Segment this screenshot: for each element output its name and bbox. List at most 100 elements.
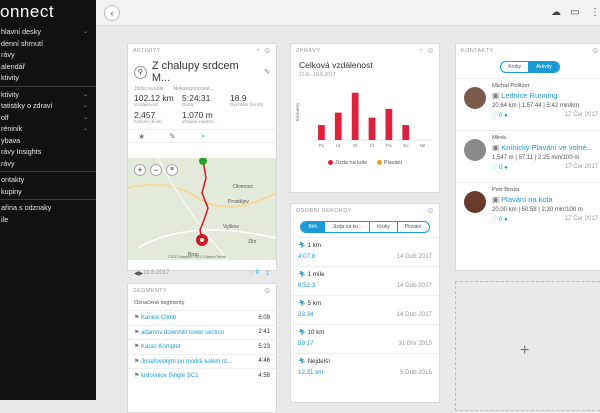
comment-icon[interactable]: ●: [504, 217, 508, 223]
sidebar-item-label: ařina s odznaky: [1, 203, 52, 213]
segment-name[interactable]: adamov downhill/ lower section: [141, 330, 224, 336]
sidebar-item[interactable]: ktivity ⌄: [0, 89, 96, 101]
avatar[interactable]: [464, 87, 486, 109]
contact-item[interactable]: Michal Politzer ▣ Lednice Running 20.64 …: [456, 78, 600, 130]
chart-bar[interactable]: [402, 125, 410, 140]
record-value[interactable]: 6:52.3: [298, 282, 315, 289]
sidebar-item[interactable]: rávy: [0, 158, 96, 170]
stat-label: Rychlost (km/h): [230, 103, 264, 108]
sidebar-item[interactable]: ybava: [0, 135, 96, 147]
edit-note-icon[interactable]: ✎: [169, 132, 176, 141]
comment-icon[interactable]: ●: [504, 165, 508, 171]
record-value[interactable]: 12.31 km: [298, 369, 323, 376]
chart-bar[interactable]: [351, 92, 359, 140]
zoom-in-button[interactable]: +: [134, 164, 146, 176]
sidebar-item[interactable]: rávy: [0, 49, 96, 61]
record-value[interactable]: 23:34: [298, 311, 313, 318]
record-value[interactable]: 59:17: [298, 340, 313, 347]
like-heart-icon[interactable]: ♡: [492, 165, 497, 171]
activity-map[interactable]: Olomouc Vyškov Brno Zlín Prostějov ©2017…: [128, 158, 276, 260]
sidebar-item[interactable]: ktivity: [0, 72, 96, 84]
add-widget-plus-icon[interactable]: +: [520, 342, 529, 360]
add-icon[interactable]: +: [419, 47, 424, 55]
app-logo: onnect: [0, 2, 55, 21]
segment-name[interactable]: Kanice Climb: [141, 315, 176, 321]
layers-icon[interactable]: ≡: [166, 164, 178, 176]
star-icon[interactable]: ★: [138, 132, 145, 141]
chart-bar[interactable]: [318, 125, 325, 140]
record-name: Nejdelší: [307, 358, 330, 365]
record-value[interactable]: 4:07.8: [298, 253, 315, 260]
contact-item[interactable]: Petr Broža ▣ Plavání na kola 20.00 km | …: [456, 182, 600, 234]
record-row[interactable]: 🏃︎ 10 km 59:17 31 Bře 2015: [291, 324, 439, 353]
records-header: OSOBNÍ REKORDY: [296, 208, 352, 214]
cloud-sync-icon[interactable]: ☁: [551, 7, 561, 18]
comment-icon[interactable]: ●: [504, 113, 508, 119]
segment-name[interactable]: Josefovským po modré kolem st...: [141, 359, 232, 365]
report-title[interactable]: Celková vzdálenost: [291, 58, 439, 72]
settings-icon[interactable]: ⚙: [427, 47, 434, 55]
segment-name[interactable]: krdovnice Single SC1: [141, 373, 198, 379]
sidebar-item[interactable]: réninik ⌄: [0, 123, 96, 135]
sidebar-item[interactable]: alendář: [0, 61, 96, 73]
sidebar-item[interactable]: ile: [0, 214, 96, 226]
records-tab[interactable]: Jízda na ko...: [325, 222, 371, 232]
like-heart-icon[interactable]: ♡: [492, 217, 497, 223]
more-icon[interactable]: ⋮: [590, 7, 600, 18]
zoom-out-button[interactable]: −: [150, 164, 162, 176]
back-button[interactable]: ‹: [104, 5, 120, 21]
chart-bar[interactable]: [368, 117, 376, 140]
segment-name[interactable]: Karas Komplet: [141, 344, 180, 350]
edit-icon[interactable]: ✎: [264, 68, 270, 76]
settings-icon[interactable]: ⚙: [264, 287, 271, 295]
avatar[interactable]: [464, 139, 486, 161]
contact-name[interactable]: Michal Politzer: [492, 83, 598, 89]
sidebar-item[interactable]: hlavní desky ⌄: [0, 26, 96, 38]
share-icon[interactable]: ⇪: [265, 270, 270, 277]
like-heart-icon[interactable]: ♡: [492, 113, 497, 119]
sidebar-item-label: rávy Insights: [1, 147, 42, 157]
record-row[interactable]: 🏃︎ 1 míle 6:52.3 14 Dub 2017: [291, 266, 439, 295]
segment-row[interactable]: ⚑ Kanice Climb 6:09: [128, 310, 276, 325]
segment-row[interactable]: ⚑ Karas Komplet 5:23: [128, 339, 276, 354]
record-row[interactable]: 🏃︎ 1 km 4:07.8 14 Dub 2017: [291, 237, 439, 266]
sidebar-item[interactable]: denní shrnutí: [0, 38, 96, 50]
records-tab[interactable]: Kroky: [370, 222, 398, 232]
sidebar-item[interactable]: olf ⌄: [0, 112, 96, 124]
settings-icon[interactable]: ⚙: [264, 47, 271, 55]
records-tab[interactable]: Plování: [398, 222, 429, 232]
add-icon[interactable]: +: [256, 47, 261, 55]
contact-item[interactable]: Mirek ▣ Knínicky Plavání ve volné... 1,5…: [456, 130, 600, 182]
contacts-tab[interactable]: Kroky: [501, 62, 529, 72]
chevron-down-icon: ⌄: [82, 103, 88, 110]
chart-bar[interactable]: [385, 108, 393, 140]
record-row[interactable]: 🏃︎ Nejdelší 12.31 km 5 Dub 2015: [291, 353, 439, 382]
sidebar-item[interactable]: rávy Insights: [0, 146, 96, 158]
sidebar-item[interactable]: tatistiky o zdraví ⌄: [0, 100, 96, 112]
avatar[interactable]: [464, 191, 486, 213]
contacts-tab[interactable]: Aktivity: [528, 62, 559, 72]
sidebar-item[interactable]: kupiny: [0, 186, 96, 198]
contact-name[interactable]: Petr Broža: [492, 187, 598, 193]
contact-activity[interactable]: Lednice Running: [501, 91, 557, 100]
activity-title[interactable]: Z chalupy srdcem M...: [152, 60, 258, 84]
chart-bar[interactable]: [334, 112, 342, 140]
settings-icon[interactable]: ⚙: [427, 207, 434, 215]
inbox-icon[interactable]: ▭: [570, 7, 579, 18]
contact-activity[interactable]: Plavání na kola: [501, 195, 552, 204]
sidebar-item[interactable]: ařina s odznaky: [0, 202, 96, 214]
records-tabs: Běh Jízda na ko... Kroky Plování: [300, 221, 430, 233]
segment-row[interactable]: ⚑ krdovnice Single SC1 4:58: [128, 368, 276, 383]
records-tab[interactable]: Běh: [301, 222, 326, 232]
activity-card: AKTIVITY + ⚙ ⚲ Z chalupy srdcem M... ✎ Jí…: [127, 43, 277, 277]
record-row[interactable]: 🏃︎ 5 km 23:34 14 Dub 2017: [291, 295, 439, 324]
contact-name[interactable]: Mirek: [492, 135, 598, 141]
like-heart-icon[interactable]: ♡: [248, 270, 253, 277]
settings-icon[interactable]: ⚙: [592, 47, 599, 55]
chart-x-tick: St: [353, 143, 358, 148]
segment-row[interactable]: ⚑ Josefovským po modré kolem st... 4:46: [128, 353, 276, 369]
segment-row[interactable]: ⚑ adamov downhill/ lower section 2:41: [128, 324, 276, 340]
contact-activity[interactable]: Knínicky Plavání ve volné...: [501, 143, 593, 152]
sidebar-item[interactable]: ontakty: [0, 174, 96, 186]
share-segment-icon[interactable]: ◔: [200, 132, 205, 141]
